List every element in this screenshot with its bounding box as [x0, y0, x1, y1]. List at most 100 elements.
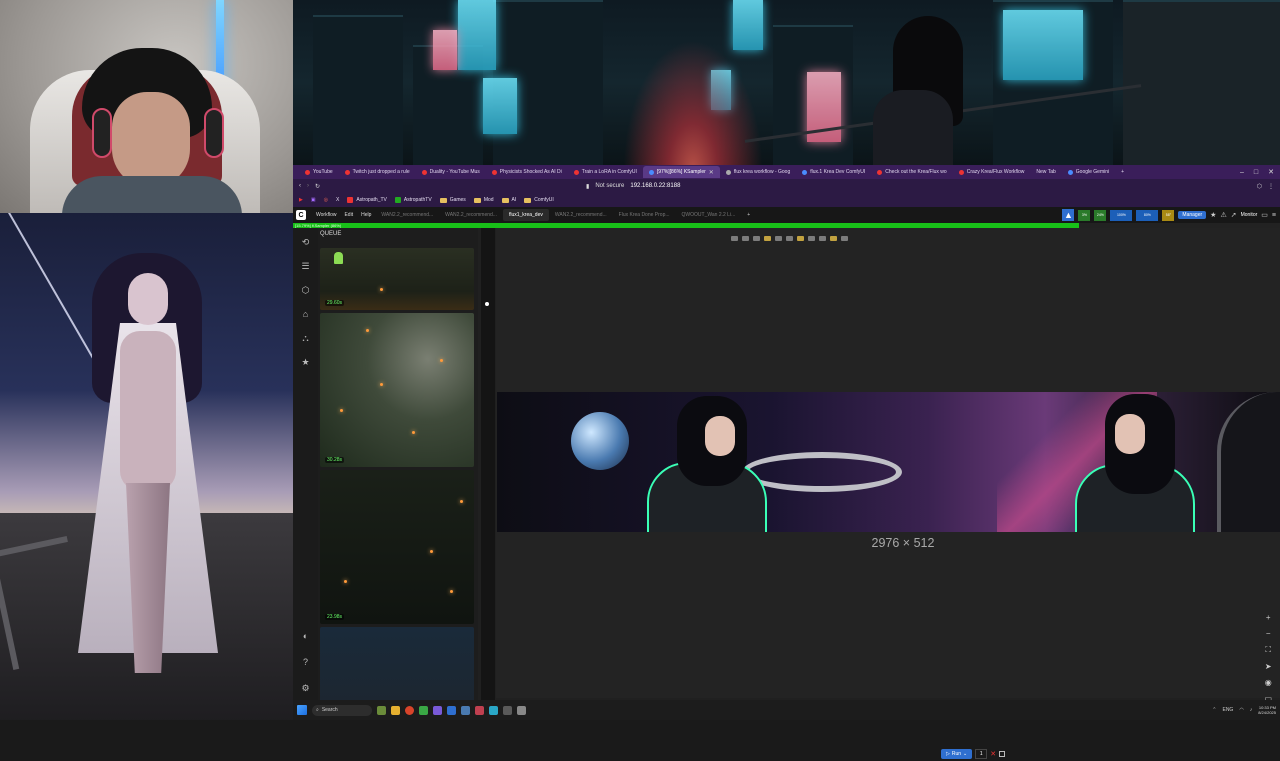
extensions-icon[interactable]: ⬡	[1257, 183, 1262, 190]
bookmark-folder[interactable]: AI	[501, 197, 516, 203]
forward-icon[interactable]: ›	[307, 183, 309, 189]
taskbar-app-icon[interactable]	[475, 705, 484, 715]
bookmark-item[interactable]: AstropathTV	[394, 197, 432, 203]
volume-icon[interactable]: ♪	[1250, 707, 1253, 713]
language-indicator[interactable]: ENG	[1222, 707, 1233, 713]
zoom-out-icon[interactable]: −	[1266, 629, 1271, 638]
output-image-preview[interactable]	[497, 392, 1280, 532]
windows-start-icon[interactable]	[297, 705, 307, 715]
instagram-icon[interactable]: ◎	[324, 197, 328, 203]
chrome-icon[interactable]	[405, 705, 414, 715]
queue-item[interactable]: 30.28s	[320, 313, 474, 467]
queue-icon[interactable]: ▲	[1062, 209, 1075, 221]
menu-edit[interactable]: Edit	[340, 212, 357, 218]
monitor-button[interactable]: Monitor	[1241, 212, 1258, 218]
manager-button[interactable]: Manager	[1178, 211, 1207, 219]
star-icon[interactable]: ★	[1210, 211, 1216, 219]
browser-tab[interactable]: Check out the Krea/Flux wo	[871, 166, 952, 178]
menu-icon[interactable]: ⋮	[1268, 183, 1274, 190]
bookmark-folder[interactable]: Games	[439, 197, 466, 203]
tray-icon[interactable]: ⌃	[1212, 707, 1216, 713]
align-icon[interactable]	[841, 236, 848, 241]
workflow-tab[interactable]: Flux Krea Done Prop...	[613, 209, 676, 221]
templates-icon[interactable]: ⛬	[300, 332, 312, 344]
bookmark-folder[interactable]: Mod	[473, 197, 494, 203]
queue-history-icon[interactable]: ⟲	[300, 236, 312, 248]
link-visibility-icon[interactable]: ◉	[1265, 678, 1272, 687]
minimize-button[interactable]: –	[1240, 169, 1244, 176]
cancel-icon[interactable]: ✕	[990, 750, 996, 758]
maximize-button[interactable]: □	[1254, 169, 1258, 176]
workflow-canvas[interactable]: 2976 × 512 + − ⛶ ➤ ◉ ▭ ▷ Run ⌄ 1 ✕	[485, 228, 1280, 761]
workflow-tab[interactable]: WAN2.2_recommend...	[375, 209, 439, 221]
arrow-icon[interactable]: ➚	[1231, 211, 1237, 219]
help-icon[interactable]: ?	[300, 656, 312, 668]
bookmark-folder[interactable]: ComfyUI	[524, 197, 554, 203]
align-icon[interactable]	[808, 236, 815, 241]
browser-tab[interactable]: Duality - YouTube Mus	[416, 166, 486, 178]
close-window-button[interactable]: ✕	[1268, 168, 1274, 176]
align-icon[interactable]	[786, 236, 793, 241]
browser-tab[interactable]: Twitch just dropped a rule	[339, 166, 416, 178]
back-icon[interactable]: ‹	[299, 183, 301, 189]
workflow-tab[interactable]: WAN2.2_recommend...	[549, 209, 613, 221]
panel-icon[interactable]: ▭	[1261, 211, 1268, 219]
browser-tab[interactable]: flux krea workflow - Goog	[720, 166, 796, 178]
browser-tab[interactable]: YouTube	[299, 166, 339, 178]
new-tab-button[interactable]: +	[1115, 166, 1130, 178]
align-icon[interactable]	[742, 236, 749, 241]
workflows-icon[interactable]: ⌂	[300, 308, 312, 320]
browser-tab[interactable]: flux.1 Krea Dev ComfyUI	[796, 166, 871, 178]
workflow-tab[interactable]: QWOOUT_Wan 2.2 Li...	[676, 209, 742, 221]
favorites-icon[interactable]: ★	[300, 356, 312, 368]
workflow-tab-active[interactable]: flux1_krea_dev	[502, 209, 549, 221]
menu-workflow[interactable]: Workflow	[312, 212, 340, 218]
theme-toggle-icon[interactable]: ◐	[300, 630, 312, 642]
align-icon[interactable]	[819, 236, 826, 241]
bookmark-icon[interactable]: ▮	[586, 183, 589, 190]
taskbar-app-icon[interactable]	[489, 705, 498, 715]
model-library-icon[interactable]: ⬡	[300, 284, 312, 296]
browser-tab-active[interactable]: [97%][86%] KSampler ✕	[642, 166, 720, 178]
clock[interactable]: 10:33 PM 8/24/2025	[1258, 705, 1276, 715]
browser-tab[interactable]: Google Gemini	[1062, 166, 1115, 178]
browser-tab[interactable]: Crazy Krea/Flux Workflow	[953, 166, 1031, 178]
close-icon[interactable]: ✕	[709, 169, 714, 176]
align-icon[interactable]	[731, 236, 738, 241]
comfyui-logo-icon[interactable]: C	[296, 210, 306, 220]
security-indicator[interactable]: Not secure	[595, 183, 624, 189]
stop-icon[interactable]	[999, 751, 1006, 757]
browser-tab[interactable]: New Tab	[1030, 166, 1061, 178]
taskbar-app-icon[interactable]	[517, 705, 526, 715]
url-field[interactable]: ▮ Not secure 192.168.0.22:8188	[326, 181, 1251, 191]
node-library-icon[interactable]: ☰	[300, 260, 312, 272]
taskbar-app-icon[interactable]	[433, 705, 442, 715]
batch-count-input[interactable]: 1	[975, 749, 988, 759]
zoom-in-icon[interactable]: +	[1266, 613, 1271, 622]
align-icon[interactable]	[775, 236, 782, 241]
youtube-icon[interactable]: ▶	[299, 197, 303, 203]
url-text[interactable]: 192.168.0.22:8188	[630, 183, 680, 189]
taskbar-app-icon[interactable]	[503, 705, 512, 715]
taskbar-app-icon[interactable]	[419, 705, 428, 715]
select-mode-icon[interactable]: ➤	[1265, 662, 1272, 671]
wifi-icon[interactable]: ◠	[1239, 707, 1243, 713]
taskbar-app-icon[interactable]	[461, 705, 470, 715]
queue-item[interactable]: 23.98s	[320, 470, 474, 624]
align-icon[interactable]	[797, 236, 804, 241]
add-workflow-tab-button[interactable]: +	[741, 209, 756, 221]
file-explorer-icon[interactable]	[391, 705, 400, 715]
browser-tab[interactable]: Train a LoRA in ComfyUI	[568, 166, 643, 178]
align-icon[interactable]	[764, 236, 771, 241]
reload-icon[interactable]: ↻	[315, 183, 320, 190]
taskbar-search[interactable]: ⌕ Search	[312, 704, 372, 716]
fit-view-icon[interactable]: ⛶	[1265, 645, 1271, 655]
menu-help[interactable]: Help	[357, 212, 375, 218]
align-icon[interactable]	[753, 236, 760, 241]
queue-scrollbar[interactable]	[481, 228, 495, 708]
settings-gear-icon[interactable]: ⚙	[300, 682, 312, 694]
puzzle-icon[interactable]: ⚠	[1220, 211, 1226, 219]
taskbar-app-icon[interactable]	[447, 705, 456, 715]
align-icon[interactable]	[830, 236, 837, 241]
bookmark-item[interactable]: Astropath_TV	[347, 197, 387, 203]
